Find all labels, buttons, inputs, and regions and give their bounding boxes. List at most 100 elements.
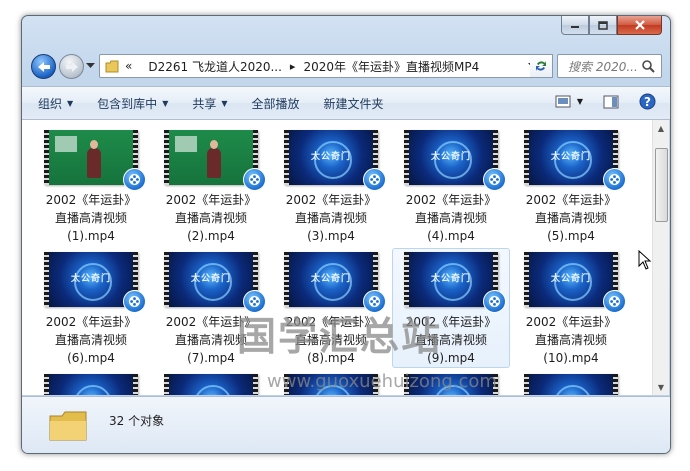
breadcrumb-separator-icon[interactable]: ▸ <box>290 60 296 73</box>
file-item[interactable]: 2002《年运卦》 直播高清视频 (2).mp4 <box>152 126 270 246</box>
include-in-library-menu[interactable]: 包含到库中 ▼ <box>89 95 176 112</box>
help-icon[interactable]: ? <box>639 93 656 110</box>
thumbnail-caption: 太公奇门 <box>551 393 591 395</box>
media-player-badge-icon <box>243 168 266 191</box>
file-item[interactable]: 2002《年运卦》 直播高清视频 (1).mp4 <box>32 126 150 246</box>
thumbnail-image: 太公奇门 <box>529 130 613 185</box>
maximize-button[interactable] <box>589 16 617 35</box>
thumbnail-image <box>49 130 133 185</box>
preview-pane-icon[interactable] <box>603 95 619 109</box>
breadcrumb-item-current[interactable]: 2020年《年运卦》直播视频MP4 <box>303 58 479 75</box>
film-reel-icon <box>369 174 380 185</box>
share-label: 共享 <box>192 96 217 111</box>
explorer-window: « D2261 飞龙道人2020... ▸ 2020年《年运卦》直播视频MP4 … <box>21 15 671 454</box>
media-player-badge-icon <box>603 168 626 191</box>
film-holes <box>253 374 258 395</box>
thumbnail-caption: 太公奇门 <box>310 273 352 284</box>
include-in-library-label: 包含到库中 <box>97 96 158 111</box>
file-name-line: (6).mp4 <box>67 351 115 365</box>
thumbnail-board <box>55 136 77 152</box>
file-name: 2002《年运卦》 直播高清视频 (1).mp4 <box>33 191 149 245</box>
svg-text:?: ? <box>644 95 651 109</box>
chevron-down-icon: ▼ <box>162 98 169 108</box>
window-caption-buttons <box>561 16 662 35</box>
file-name-line: (1).mp4 <box>67 229 115 243</box>
media-player-badge-icon <box>363 168 386 191</box>
share-menu[interactable]: 共享 ▼ <box>184 95 235 112</box>
video-thumbnail: 太公奇门 <box>44 374 138 395</box>
organize-menu[interactable]: 组织 ▼ <box>30 95 81 112</box>
thumbnail-caption: 太公奇门 <box>550 151 592 162</box>
thumbnail-image: 太公奇门 <box>409 130 493 185</box>
close-icon <box>634 20 645 30</box>
film-reel-icon <box>489 174 500 185</box>
file-name-line: 2002《年运卦》 <box>285 193 377 207</box>
close-button[interactable] <box>617 16 662 35</box>
search-input[interactable]: 搜索 2020... <box>558 58 641 75</box>
thumbnail-caption: 太公奇门 <box>191 393 231 395</box>
new-folder-button[interactable]: 新建文件夹 <box>316 95 392 112</box>
file-name-line: 2002《年运卦》 <box>525 193 617 207</box>
file-name-line: 直播高清视频 <box>54 211 127 225</box>
thumbnail-person <box>87 140 101 178</box>
maximize-icon <box>598 20 608 30</box>
thumbnail-caption: 太公奇门 <box>430 151 472 162</box>
video-thumbnail: 太公奇门 <box>524 130 626 191</box>
file-name: 2002《年运卦》 直播高清视频 (3).mp4 <box>273 191 389 245</box>
media-player-badge-icon <box>123 168 146 191</box>
chevron-down-icon: ▼ <box>221 98 228 108</box>
file-item[interactable]: 太公奇门 2002《年运卦》 直播高清视频 (6).mp4 <box>32 248 150 368</box>
file-name: 2002《年运卦》 直播高清视频 (5).mp4 <box>513 191 629 245</box>
thumbnail-image: 太公奇门 <box>289 252 373 307</box>
vertical-scrollbar[interactable]: ▲ ▼ <box>652 120 669 395</box>
forward-button[interactable] <box>59 54 84 79</box>
thumbnail-image: 太公奇门 <box>169 252 253 307</box>
file-name-line: (2).mp4 <box>187 229 235 243</box>
file-item[interactable]: 太公奇门 <box>32 370 150 395</box>
file-name: 2002《年运卦》 直播高清视频 (2).mp4 <box>153 191 269 245</box>
search-box[interactable]: 搜索 2020... <box>557 54 662 78</box>
video-thumbnail: 太公奇门 <box>284 130 386 191</box>
scroll-down-icon[interactable]: ▼ <box>653 379 669 395</box>
file-item[interactable]: 太公奇门 <box>152 370 270 395</box>
breadcrumb-item-parent[interactable]: D2261 飞龙道人2020... <box>148 58 282 75</box>
arrow-right-icon <box>65 61 78 72</box>
film-reel-icon <box>129 296 140 307</box>
file-name-line: 直播高清视频 <box>534 333 607 347</box>
address-overflow[interactable]: « <box>125 59 132 73</box>
address-bar[interactable]: « D2261 飞龙道人2020... ▸ 2020年《年运卦》直播视频MP4 <box>99 54 544 78</box>
file-name-line: 2002《年运卦》 <box>405 193 497 207</box>
command-bar: 组织 ▼ 包含到库中 ▼ 共享 ▼ 全部播放 新建文件夹 ▼ ? <box>22 86 670 120</box>
recent-pages-dropdown-icon[interactable] <box>86 63 95 69</box>
file-item[interactable]: 太公奇门 <box>512 370 630 395</box>
file-item[interactable]: 太公奇门 2002《年运卦》 直播高清视频 (4).mp4 <box>392 126 510 246</box>
file-name-line: 直播高清视频 <box>54 333 127 347</box>
search-icon[interactable] <box>641 59 655 73</box>
organize-label: 组织 <box>38 96 63 111</box>
file-name-line: 2002《年运卦》 <box>165 193 257 207</box>
thumbnail-image: 太公奇门 <box>49 252 133 307</box>
file-name-line: 2002《年运卦》 <box>525 315 617 329</box>
file-item[interactable]: 太公奇门 2002《年运卦》 直播高清视频 (5).mp4 <box>512 126 630 246</box>
chevron-down-icon[interactable]: ▼ <box>577 97 583 106</box>
minimize-button[interactable] <box>561 16 589 35</box>
scrollbar-thumb[interactable] <box>655 148 668 222</box>
video-thumbnail: 太公奇门 <box>524 374 618 395</box>
thumbnail-caption: 太公奇门 <box>190 273 232 284</box>
refresh-icon <box>536 61 546 71</box>
video-thumbnail <box>164 130 266 191</box>
back-button[interactable] <box>31 54 56 79</box>
refresh-button[interactable] <box>530 54 553 78</box>
file-name: 2002《年运卦》 直播高清视频 (6).mp4 <box>33 313 149 367</box>
filmstrip-frame: 太公奇门 <box>164 374 258 395</box>
scroll-up-icon[interactable]: ▲ <box>653 120 669 136</box>
change-view-button[interactable]: ▼ <box>555 95 583 108</box>
details-pane: 32 个对象 <box>22 396 670 453</box>
media-player-badge-icon <box>483 168 506 191</box>
film-reel-icon <box>609 174 620 185</box>
play-all-button[interactable]: 全部播放 <box>244 95 308 112</box>
file-item[interactable]: 太公奇门 2002《年运卦》 直播高清视频 (10).mp4 <box>512 248 630 368</box>
view-icon <box>555 95 571 108</box>
minimize-icon <box>571 26 579 28</box>
file-item[interactable]: 太公奇门 2002《年运卦》 直播高清视频 (3).mp4 <box>272 126 390 246</box>
